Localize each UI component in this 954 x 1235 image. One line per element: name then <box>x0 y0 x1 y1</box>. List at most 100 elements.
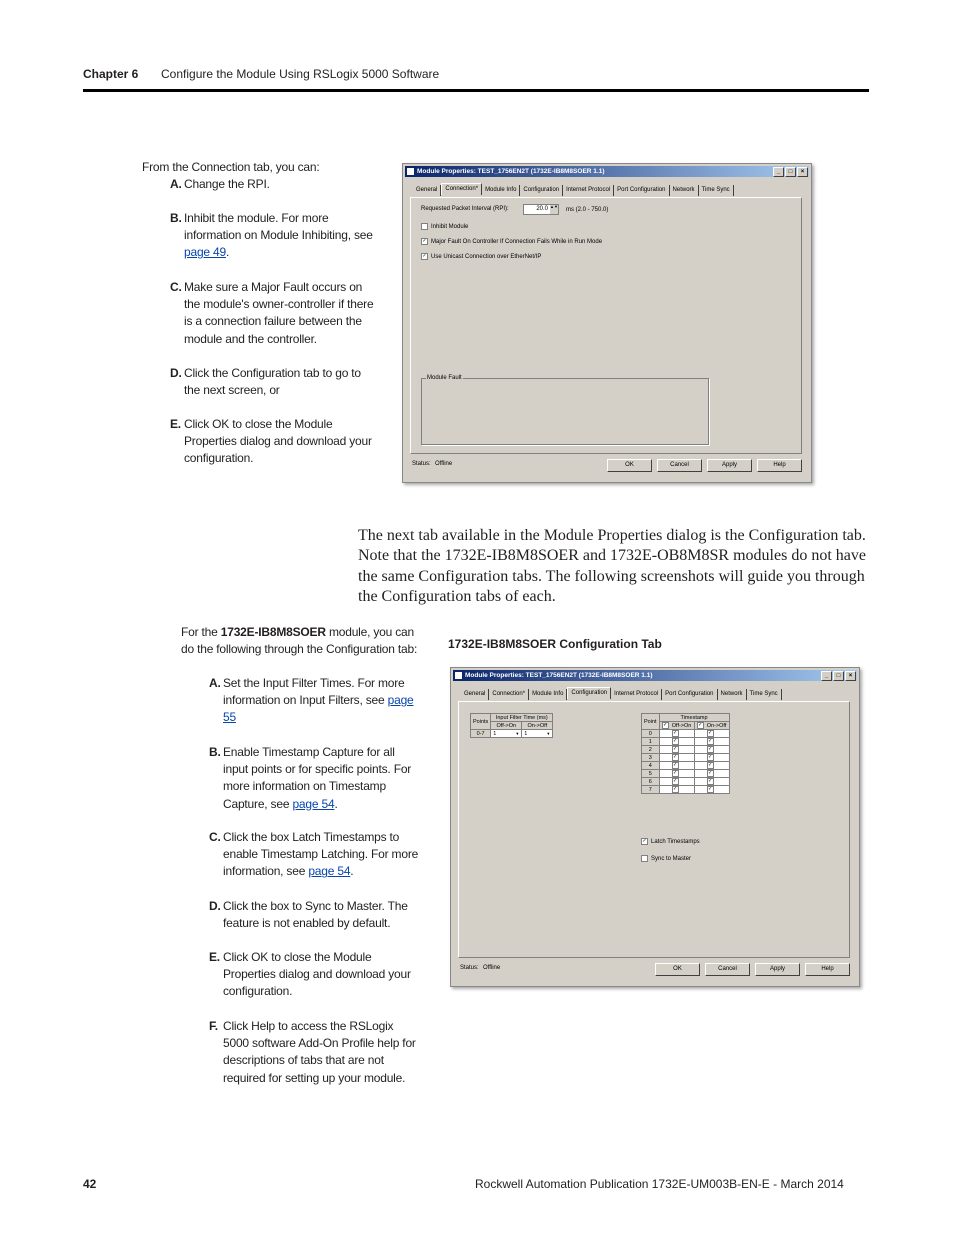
tab-connection[interactable]: Connection* <box>489 689 530 700</box>
apply-button[interactable]: Apply <box>755 963 800 976</box>
tab-configuration[interactable]: Configuration <box>520 185 564 196</box>
checkbox[interactable] <box>641 855 648 862</box>
item-body: Click OK to close the Module Properties … <box>223 950 411 999</box>
tab-general[interactable]: General <box>461 689 490 700</box>
item-body: Make sure a Major Fault occurs on the mo… <box>184 280 374 346</box>
apply-button[interactable]: Apply <box>707 459 752 472</box>
item-body: Inhibit the module. For more information… <box>184 211 373 243</box>
maximize-icon[interactable]: □ <box>785 167 796 177</box>
checkbox[interactable]: ✓ <box>706 778 714 785</box>
window-controls: _ □ × <box>821 671 856 681</box>
timestamp-column-header[interactable]: ✓ On->Off <box>693 721 730 730</box>
item-letter: B. <box>170 211 182 225</box>
checkbox[interactable]: ✓ <box>671 762 679 769</box>
tab-network[interactable]: Network <box>718 689 747 700</box>
cancel-button[interactable]: Cancel <box>705 963 750 976</box>
timestamp-column-header[interactable]: ✓ Off->On <box>658 721 695 730</box>
table-row: 7 ✓ ✓ <box>641 785 730 794</box>
timestamp-cell: ✓ <box>658 761 695 770</box>
tab-panel: Points Input Filter Time (ms) Off->On On->O… <box>458 701 850 958</box>
checkbox[interactable]: ✓ <box>671 730 679 737</box>
checkbox[interactable]: ✓ <box>671 746 679 753</box>
row-label: 0-7 <box>469 729 492 738</box>
ok-button[interactable]: OK <box>655 963 700 976</box>
page-link[interactable]: page 54 <box>292 797 334 811</box>
checkbox[interactable]: ✓ <box>421 253 428 260</box>
checkbox[interactable]: ✓ <box>671 786 679 793</box>
checkbox[interactable]: ✓ <box>671 778 679 785</box>
item-text: Click OK to close the Module Properties … <box>209 949 419 1001</box>
checkbox-row: Sync to Master <box>641 855 691 862</box>
tab-time-sync[interactable]: Time Sync <box>699 185 734 196</box>
item-body: Click the Configuration tab to go to the… <box>184 366 361 398</box>
checkbox[interactable]: ✓ <box>671 754 679 761</box>
tab-general[interactable]: General <box>413 185 442 196</box>
timestamp-cell: ✓ <box>693 729 730 738</box>
item-body: Click Help to access the RSLogix 5000 so… <box>223 1019 416 1085</box>
item-body: Click OK to close the Module Properties … <box>184 417 372 466</box>
page-link[interactable]: page 49 <box>184 245 226 259</box>
maximize-icon[interactable]: □ <box>833 671 844 681</box>
tab-connection[interactable]: Connection* <box>441 183 483 195</box>
checkbox[interactable]: ✓ <box>706 770 714 777</box>
tab-module-info[interactable]: Module Info <box>529 689 568 700</box>
page-link[interactable]: page 54 <box>308 864 350 878</box>
list-item: A. Change the RPI. <box>170 176 375 193</box>
intro-pre: For the <box>181 625 221 639</box>
tab-time-sync[interactable]: Time Sync <box>747 689 782 700</box>
item-letter: C. <box>170 280 182 294</box>
item-text: Inhibit the module. For more information… <box>170 210 375 262</box>
rpi-input[interactable]: 20.0 ▲▼ <box>523 204 559 215</box>
close-icon[interactable]: × <box>845 671 856 681</box>
checkbox-row: Inhibit Module <box>421 223 468 230</box>
checkbox[interactable]: ✓ <box>706 746 714 753</box>
tab-port-configuration[interactable]: Port Configuration <box>662 689 718 700</box>
minimize-icon[interactable]: _ <box>773 167 784 177</box>
checkbox[interactable]: ✓ <box>641 838 648 845</box>
ok-button[interactable]: OK <box>607 459 652 472</box>
title-bar: Module Properties: TEST_1756EN2T (1732E-… <box>405 166 809 177</box>
tab-internet-protocol[interactable]: Internet Protocol <box>611 689 663 700</box>
point-number: 2 <box>641 745 660 754</box>
chevron-down-icon: ▼ <box>546 730 551 736</box>
list-item: D. Click the box to Sync to Master. The f… <box>209 898 419 932</box>
help-button[interactable]: Help <box>805 963 850 976</box>
checkbox[interactable]: ✓ <box>706 762 714 769</box>
dialog-title: Module Properties: TEST_1756EN2T (1732E-… <box>417 168 605 175</box>
column-label: On->Off <box>706 722 727 729</box>
checkbox[interactable] <box>421 223 428 230</box>
cancel-button[interactable]: Cancel <box>657 459 702 472</box>
close-icon[interactable]: × <box>797 167 808 177</box>
select-all-checkbox[interactable]: ✓ <box>696 722 704 729</box>
help-button[interactable]: Help <box>757 459 802 472</box>
tab-port-configuration[interactable]: Port Configuration <box>614 185 670 196</box>
status-label: Status: <box>412 461 431 467</box>
checkbox[interactable]: ✓ <box>706 738 714 745</box>
tab-module-info[interactable]: Module Info <box>482 185 521 196</box>
checkbox[interactable]: ✓ <box>706 730 714 737</box>
tab-configuration[interactable]: Configuration <box>567 687 612 699</box>
filter-select[interactable]: 1 ▼ <box>490 729 523 738</box>
filter-select[interactable]: 1 ▼ <box>521 729 554 738</box>
tab-internet-protocol[interactable]: Internet Protocol <box>563 185 615 196</box>
column-label: Off->On <box>671 722 692 729</box>
timestamp-cell: ✓ <box>658 737 695 746</box>
checkbox[interactable]: ✓ <box>706 754 714 761</box>
checkbox-label: Major Fault On Controller If Connection … <box>431 239 603 246</box>
checkbox-label: Use Unicast Connection over EtherNet/IP <box>431 254 542 261</box>
item-letter: F. <box>209 1019 218 1033</box>
checkbox[interactable]: ✓ <box>421 238 428 245</box>
minimize-icon[interactable]: _ <box>821 671 832 681</box>
table-row: 5 ✓ ✓ <box>641 769 730 778</box>
status-value: Offline <box>483 965 501 971</box>
tab-network[interactable]: Network <box>670 185 699 196</box>
status-label: Status: <box>460 965 479 971</box>
spinner-icon[interactable]: ▲▼ <box>550 204 558 214</box>
checkbox-label: Sync to Master <box>651 856 692 863</box>
item-text: Click OK to close the Module Properties … <box>170 416 375 468</box>
item-letter: A. <box>209 676 221 690</box>
checkbox[interactable]: ✓ <box>671 738 679 745</box>
checkbox[interactable]: ✓ <box>706 786 714 793</box>
select-all-checkbox[interactable]: ✓ <box>661 722 669 729</box>
checkbox[interactable]: ✓ <box>671 770 679 777</box>
